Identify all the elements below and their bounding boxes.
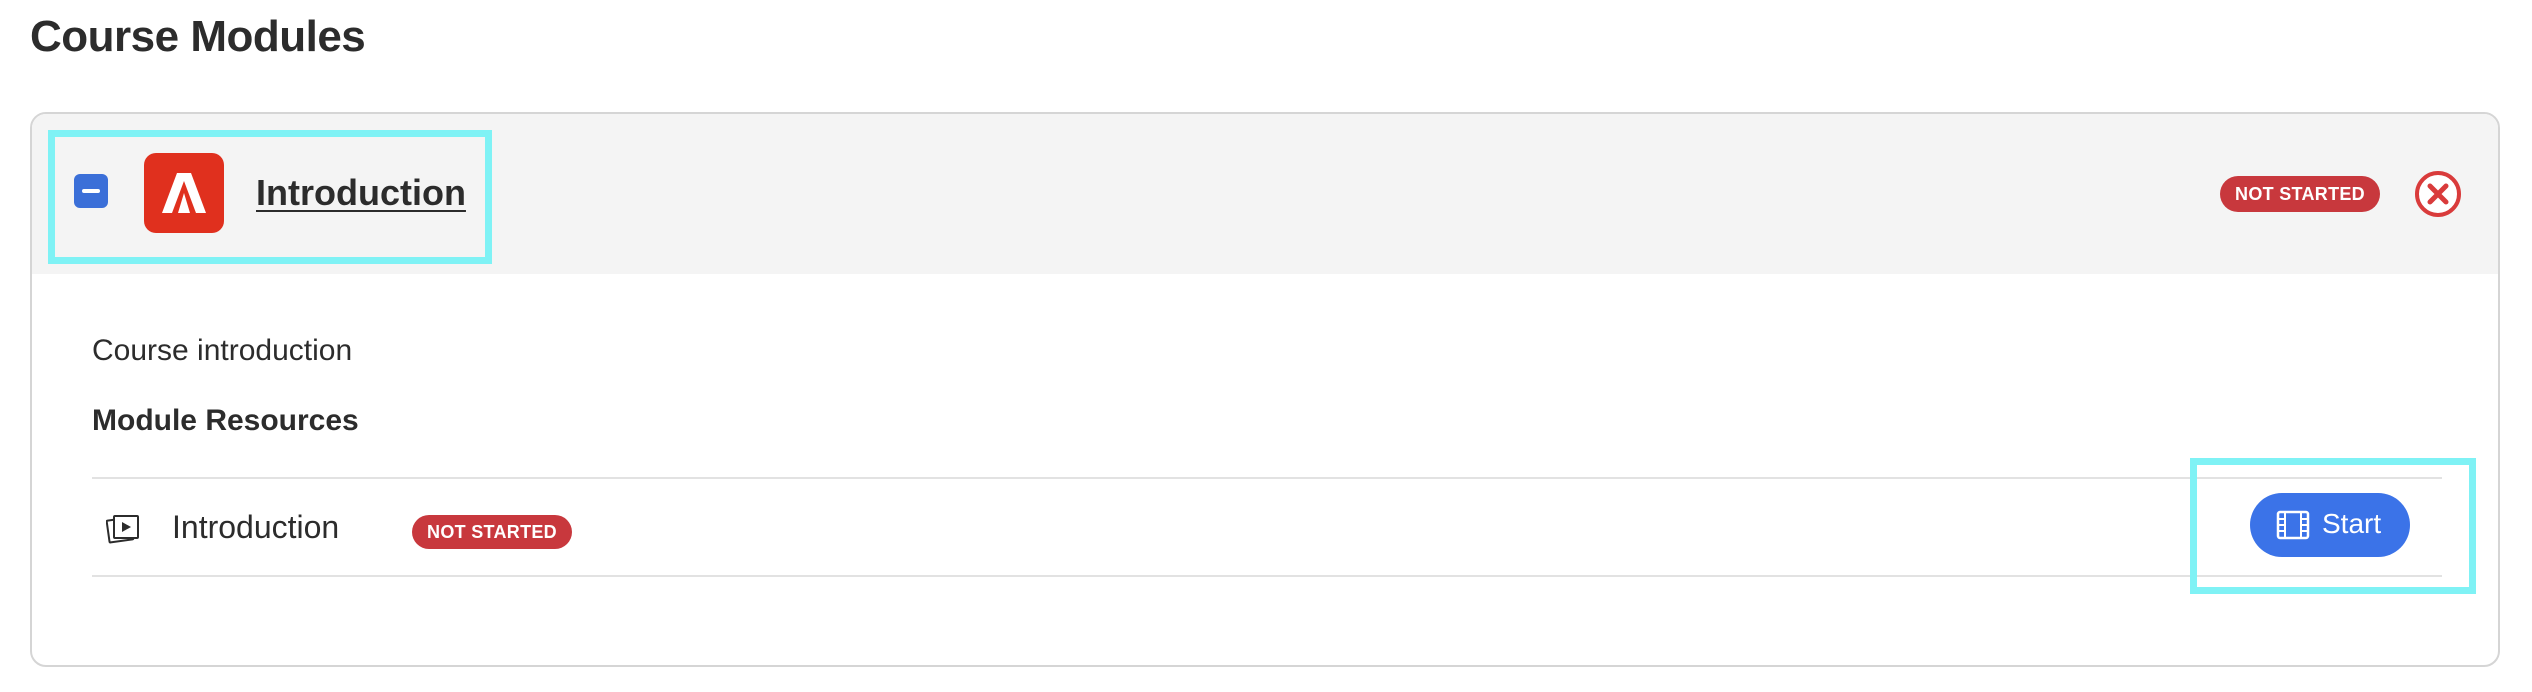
start-button[interactable]: Start xyxy=(2250,493,2410,557)
module-status-badge: NOT STARTED xyxy=(2220,176,2380,212)
module-description: Course introduction xyxy=(92,334,353,367)
resource-title: Introduction xyxy=(172,509,340,545)
adobe-logo-icon xyxy=(144,153,224,233)
video-resource-icon xyxy=(105,513,142,545)
resource-row: Introduction NOT STARTED xyxy=(92,477,2442,577)
module-title-link[interactable]: Introduction xyxy=(256,172,466,214)
film-icon xyxy=(2276,510,2310,540)
collapse-toggle-button[interactable] xyxy=(74,174,108,208)
course-modules-page: Course Modules Introduction NOT STARTED xyxy=(0,0,2532,692)
resource-status-badge: NOT STARTED xyxy=(412,515,572,549)
module-header: Introduction NOT STARTED xyxy=(32,114,2498,274)
start-button-label: Start xyxy=(2322,508,2382,539)
close-circle-icon[interactable] xyxy=(2413,169,2463,219)
module-body: Course introduction Module Resources Int… xyxy=(32,274,2498,665)
resources-heading: Module Resources xyxy=(92,404,359,437)
module-card: Introduction NOT STARTED Course introduc… xyxy=(30,112,2500,667)
minus-icon xyxy=(82,189,100,193)
page-title: Course Modules xyxy=(30,12,366,61)
